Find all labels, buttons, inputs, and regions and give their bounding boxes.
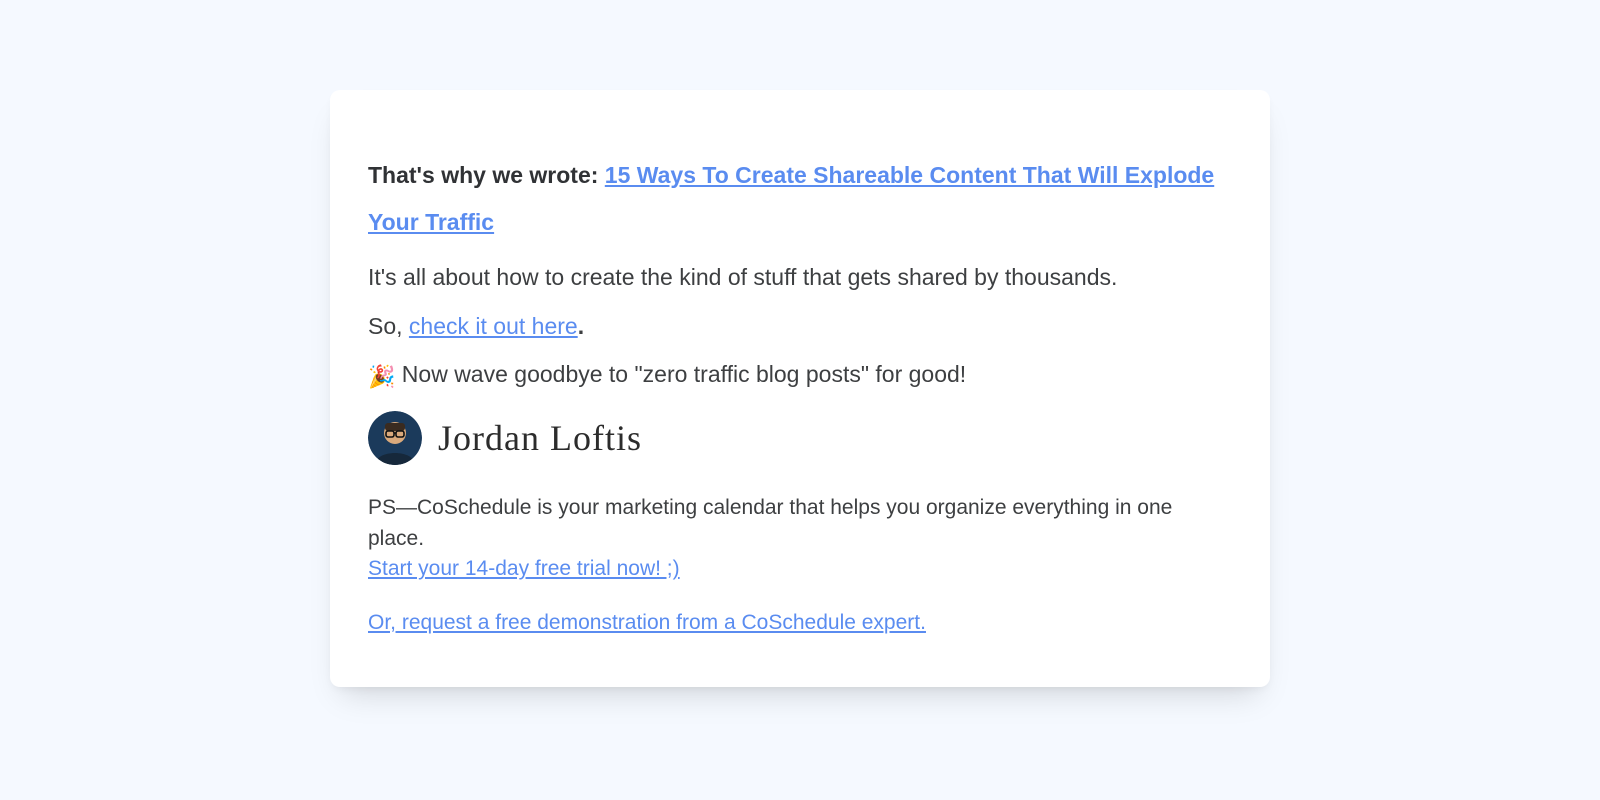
ps-paragraph: PS—CoSchedule is your marketing calendar… — [368, 493, 1232, 584]
trial-link[interactable]: Start your 14-day free trial now! ;) — [368, 557, 680, 580]
avatar — [368, 411, 422, 465]
wave-goodbye-row: 🎉 Now wave goodbye to "zero traffic blog… — [368, 357, 1232, 393]
party-popper-icon: 🎉 — [368, 364, 395, 389]
email-card: That's why we wrote: 15 Ways To Create S… — [330, 90, 1270, 687]
ps-text: PS—CoSchedule is your marketing calendar… — [368, 496, 1172, 549]
demo-row: Or, request a free demonstration from a … — [368, 611, 1232, 635]
headline-prefix: That's why we wrote: — [368, 162, 605, 188]
page-stage: That's why we wrote: 15 Ways To Create S… — [0, 0, 1600, 800]
headline-row: That's why we wrote: 15 Ways To Create S… — [368, 152, 1232, 246]
demo-link[interactable]: Or, request a free demonstration from a … — [368, 611, 926, 634]
signature-name: Jordan Loftis — [438, 417, 642, 459]
signature-row: Jordan Loftis — [368, 411, 1232, 465]
trailing-period: . — [578, 313, 584, 339]
check-it-out-row: So, check it out here. — [368, 309, 1232, 344]
so-prefix: So, — [368, 313, 409, 339]
intro-paragraph: It's all about how to create the kind of… — [368, 260, 1232, 295]
check-it-out-link[interactable]: check it out here — [409, 313, 578, 339]
avatar-icon — [368, 411, 422, 465]
wave-goodbye-text: Now wave goodbye to "zero traffic blog p… — [395, 361, 966, 387]
